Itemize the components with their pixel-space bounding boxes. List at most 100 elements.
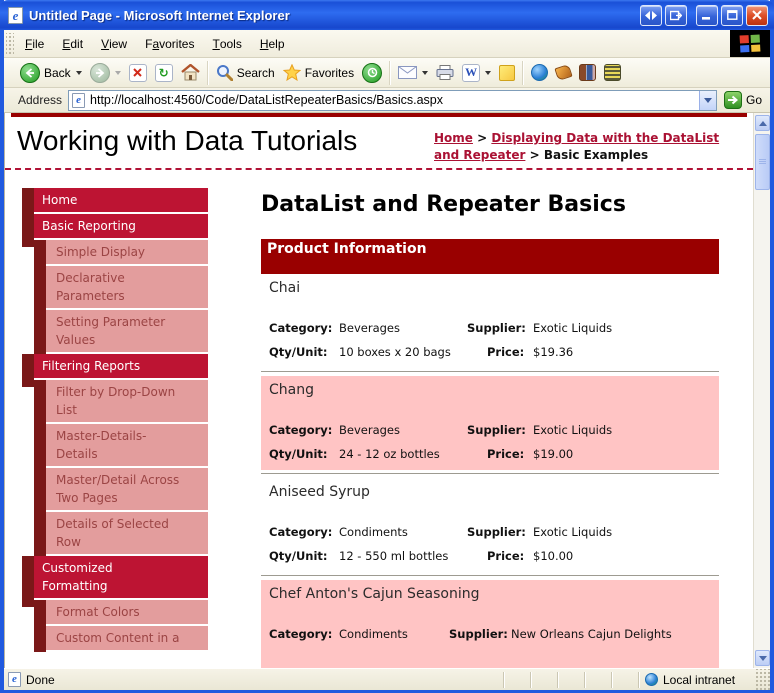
menu-help[interactable]: Help: [251, 30, 294, 57]
popout-button[interactable]: [665, 4, 687, 26]
sidebar-item-custom-content[interactable]: Custom Content in a: [34, 626, 208, 652]
status-cell: [557, 671, 584, 688]
messenger-button[interactable]: [527, 62, 552, 83]
sidebar-item-declarative-parameters[interactable]: Declarative Parameters: [34, 266, 208, 310]
vertical-scrollbar[interactable]: [753, 113, 770, 668]
scroll-down-button[interactable]: [755, 650, 770, 666]
qty-label: Qty/Unit:: [269, 345, 328, 359]
edit-with-word-button[interactable]: W: [458, 62, 495, 84]
menu-favorites[interactable]: Fa vorites: [136, 30, 203, 57]
scroll-up-button[interactable]: [755, 115, 770, 131]
menu-view[interactable]: View: [92, 30, 136, 57]
close-button[interactable]: [746, 4, 768, 26]
refresh-button[interactable]: ↻: [151, 62, 177, 84]
minimize-button[interactable]: [696, 4, 718, 26]
edit-dropdown-icon[interactable]: [485, 70, 492, 75]
sidebar-item-filter-by-dropdown-list[interactable]: Filter by Drop-Down List: [34, 380, 208, 424]
history-button[interactable]: [358, 61, 386, 85]
window-title: Untitled Page - Microsoft Internet Explo…: [29, 7, 290, 23]
price-label: Price:: [487, 447, 525, 461]
product-name: Aniseed Syrup: [269, 484, 370, 500]
maximize-button[interactable]: [721, 4, 743, 26]
security-zone: Local intranet: [638, 671, 756, 688]
sidebar-item-master-details-details[interactable]: Master-Details- Details: [34, 424, 208, 468]
supplier-label: Supplier:: [467, 321, 526, 335]
section-header: Product Information: [261, 239, 719, 274]
supplier-value: Exotic Liquids: [533, 321, 613, 335]
web-page: Working with Data Tutorials Home > Displ…: [5, 113, 753, 668]
item-separator: [261, 371, 719, 373]
pen-icon: [554, 64, 573, 81]
search-icon: [216, 64, 233, 81]
site-title: Working with Data Tutorials: [17, 125, 358, 156]
sidebar-item-customized-formatting[interactable]: Customized Formatting: [22, 556, 208, 607]
sidebar-item-format-colors[interactable]: Format Colors: [34, 600, 208, 626]
item-separator: [261, 473, 719, 475]
edit-word-icon: W: [462, 63, 481, 82]
pen-button[interactable]: [552, 64, 575, 81]
go-arrow-icon: [723, 91, 742, 109]
grid-button[interactable]: [600, 62, 625, 83]
product-item: Chai Category: Beverages Supplier: Exoti…: [261, 274, 719, 368]
sidebar-item-filtering-reports[interactable]: Filtering Reports: [22, 354, 208, 387]
status-cell: [584, 671, 611, 688]
home-button[interactable]: [177, 62, 204, 83]
supplier-value: Exotic Liquids: [533, 423, 613, 437]
page-title: DataList and Repeater Basics: [261, 192, 626, 217]
status-bar: e Done Local intranet: [4, 668, 770, 690]
sidebar-item-simple-display[interactable]: Simple Display: [34, 240, 208, 266]
notes-icon: [499, 64, 516, 81]
mail-dropdown-icon[interactable]: [422, 70, 429, 75]
main-content: DataList and Repeater Basics Product Inf…: [261, 188, 719, 668]
menu-edit[interactable]: Edit: [53, 30, 92, 57]
menu-file[interactable]: File: [16, 30, 53, 57]
category-label: Category:: [269, 525, 333, 539]
favorites-button[interactable]: Favorites: [279, 62, 358, 83]
forward-icon: [89, 62, 110, 83]
forward-dropdown-icon: [114, 70, 121, 75]
forward-button[interactable]: [86, 61, 125, 85]
address-label: Address: [18, 93, 63, 107]
back-dropdown-icon[interactable]: [75, 70, 82, 75]
status-text: Done: [26, 672, 55, 687]
sidebar-nav: Home Basic Reporting Simple Display Decl…: [22, 188, 208, 652]
supplier-label: Supplier:: [467, 525, 526, 539]
browser-viewport: Working with Data Tutorials Home > Displ…: [4, 113, 770, 668]
home-icon: [180, 64, 200, 81]
research-button[interactable]: [575, 62, 600, 83]
zone-text: Local intranet: [663, 672, 736, 687]
left-right-arrows-button[interactable]: [640, 4, 662, 26]
sidebar-item-setting-parameter-values[interactable]: Setting Parameter Values: [34, 310, 208, 354]
toolbar-grip[interactable]: [6, 33, 14, 54]
mail-button[interactable]: [394, 64, 432, 81]
go-button[interactable]: Go: [723, 91, 766, 109]
status-cell: [503, 671, 530, 688]
sidebar-item-master-detail-across-two-pages[interactable]: Master/Detail Across Two Pages: [34, 468, 208, 512]
status-cell: [530, 671, 557, 688]
search-button[interactable]: Search: [212, 62, 279, 83]
sidebar-item-home[interactable]: Home: [22, 188, 208, 221]
sidebar-item-basic-reporting[interactable]: Basic Reporting: [22, 214, 208, 247]
print-button[interactable]: [432, 63, 458, 82]
notes-button[interactable]: [495, 63, 519, 83]
price-value: $10.00: [533, 549, 574, 563]
toolbar-separator: [206, 60, 209, 85]
menu-bar: File Edit View Fa vorites Tools Help: [4, 30, 770, 58]
address-dropdown-button[interactable]: [698, 90, 716, 110]
category-label: Category:: [269, 627, 333, 641]
stop-button[interactable]: [125, 62, 151, 84]
scrollbar-thumb[interactable]: [755, 134, 770, 190]
page-icon: e: [72, 92, 86, 108]
back-button[interactable]: Back: [16, 61, 86, 85]
sidebar-item-details-of-selected-row[interactable]: Details of Selected Row: [34, 512, 208, 556]
title-bar: e Untitled Page - Microsoft Internet Exp…: [0, 0, 774, 30]
product-name: Chef Anton's Cajun Seasoning: [269, 586, 480, 602]
menu-tools[interactable]: Tools: [203, 30, 250, 57]
standard-toolbar: Back ↻ Search Favorites W: [4, 58, 770, 88]
breadcrumb-home-link[interactable]: Home: [434, 131, 473, 145]
item-separator: [261, 575, 719, 577]
back-icon: [20, 62, 40, 83]
resize-grip[interactable]: [756, 669, 770, 690]
address-input[interactable]: e http://localhost:4560/Code/DataListRep…: [68, 89, 717, 111]
category-value: Condiments: [339, 525, 408, 539]
